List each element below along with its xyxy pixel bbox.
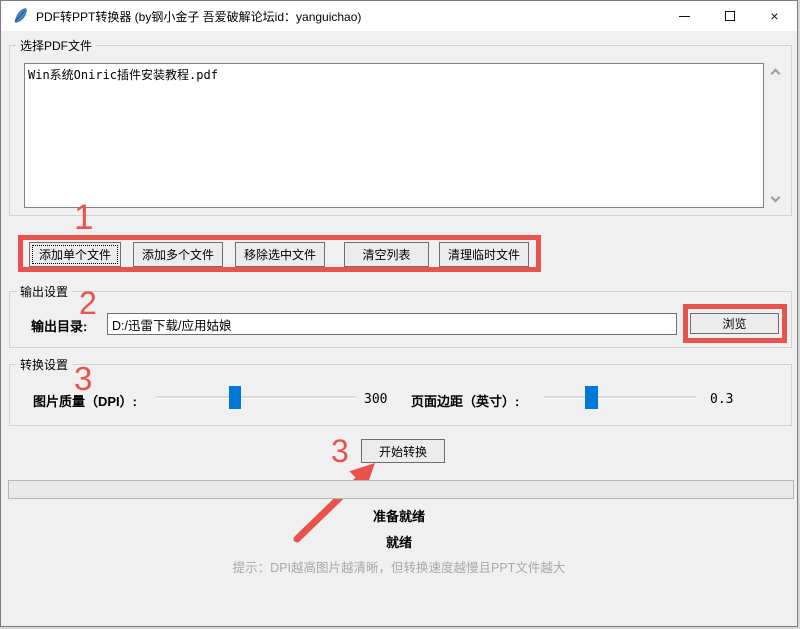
scrollbar-down-icon[interactable] (771, 193, 781, 203)
browse-button[interactable]: 浏览 (690, 313, 779, 334)
minimize-icon (679, 16, 690, 17)
dpi-slider[interactable] (156, 386, 356, 410)
add-multiple-files-button[interactable]: 添加多个文件 (133, 242, 223, 267)
window-title: PDF转PPT转换器 (by钢小金子 吾爱破解论坛id：yanguichao) (36, 8, 361, 25)
window-controls: × (662, 1, 797, 31)
scrollbar-up-icon[interactable] (771, 69, 781, 79)
status-line-primary: 准备就绪 (1, 506, 797, 525)
progress-bar (8, 480, 794, 499)
output-section-label: 输出设置 (16, 283, 72, 300)
output-dir-label: 输出目录: (31, 316, 87, 335)
hint-text: 提示：DPI越高图片越清晰，但转换速度越慢且PPT文件越大 (1, 557, 797, 576)
margin-slider[interactable] (544, 386, 696, 410)
listbox-scrollbar[interactable] (767, 63, 786, 208)
list-item[interactable]: Win系统Oniric插件安装教程.pdf (25, 64, 763, 85)
add-single-file-button[interactable]: 添加单个文件 (29, 242, 121, 267)
convert-section-label: 转换设置 (16, 356, 72, 373)
output-dir-input[interactable]: D:/迅雷下载/应用姑娘 (107, 313, 677, 335)
clear-list-button[interactable]: 清空列表 (344, 242, 429, 267)
remove-selected-button[interactable]: 移除选中文件 (235, 242, 325, 267)
tk-feather-icon (12, 7, 28, 25)
clean-temp-files-button[interactable]: 清理临时文件 (439, 242, 529, 267)
dpi-value: 300 (364, 392, 387, 407)
margin-slider-handle[interactable] (585, 386, 598, 409)
close-icon: × (770, 9, 778, 23)
annotation-step1: 1 (74, 200, 93, 235)
dpi-label: 图片质量（DPI）: (33, 391, 137, 410)
title-bar: PDF转PPT转换器 (by钢小金子 吾爱破解论坛id：yanguichao) … (1, 1, 797, 31)
pdf-file-listbox[interactable]: Win系统Oniric插件安装教程.pdf (24, 63, 764, 208)
annotation-step2: 2 (79, 287, 97, 319)
maximize-button[interactable] (707, 1, 752, 31)
start-convert-button[interactable]: 开始转换 (361, 439, 445, 463)
file-section-label: 选择PDF文件 (16, 37, 96, 54)
dpi-slider-trough[interactable] (156, 396, 356, 399)
maximize-icon (725, 11, 735, 21)
margin-label: 页面边距（英寸）: (411, 391, 519, 410)
close-button[interactable]: × (752, 1, 797, 31)
annotation-step3-start: 3 (331, 435, 349, 467)
app-window: PDF转PPT转换器 (by钢小金子 吾爱破解论坛id：yanguichao) … (0, 0, 798, 627)
margin-value: 0.3 (710, 392, 733, 407)
dpi-slider-handle[interactable] (229, 386, 241, 409)
status-line-secondary: 就绪 (1, 532, 797, 551)
margin-slider-trough[interactable] (544, 396, 696, 399)
minimize-button[interactable] (662, 1, 707, 31)
